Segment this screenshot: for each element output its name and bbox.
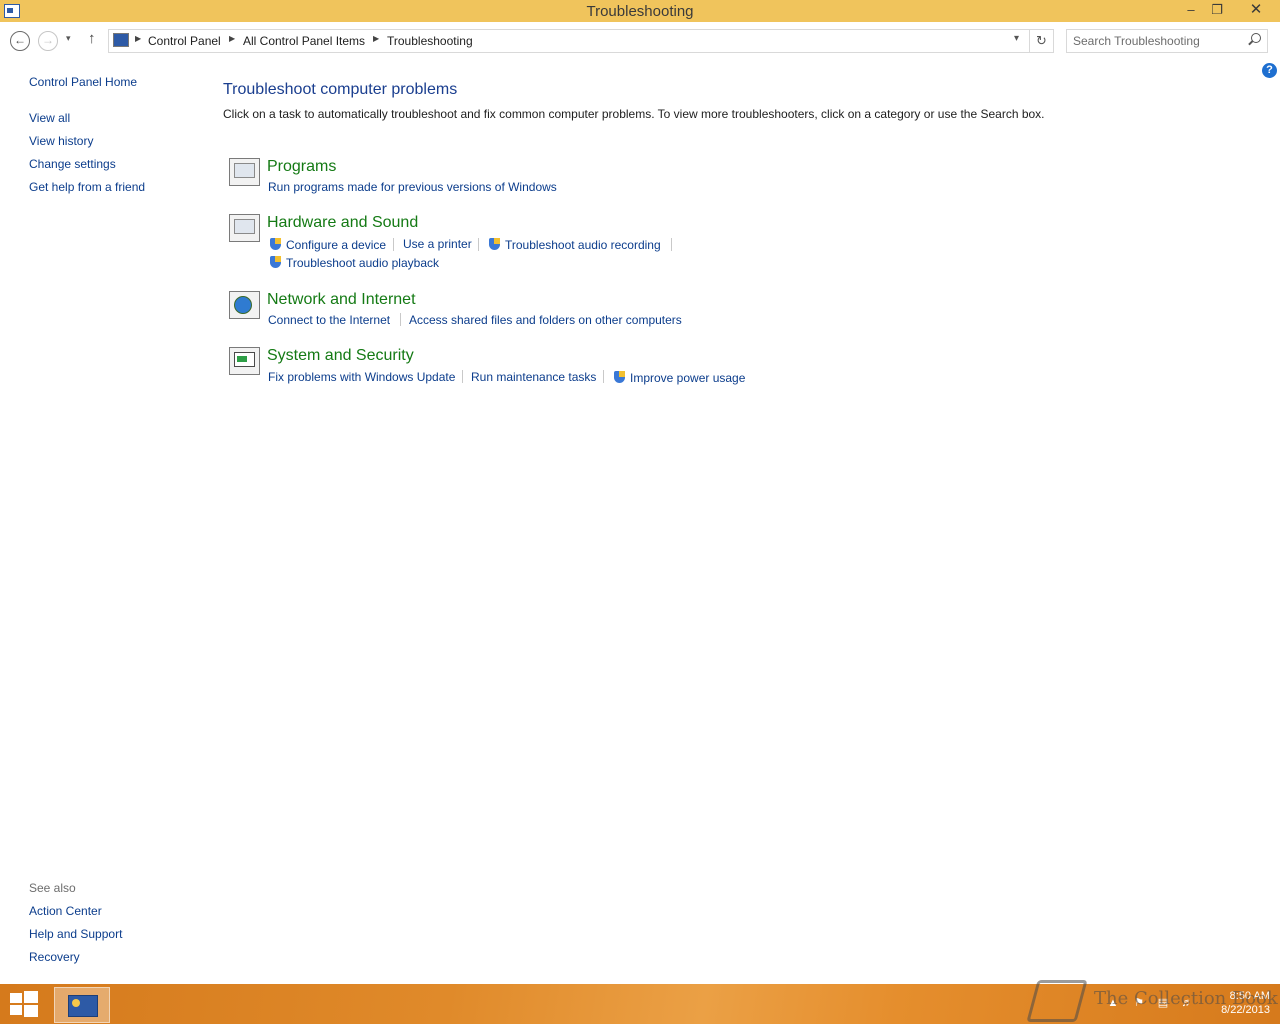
search-icon[interactable] (1251, 33, 1261, 43)
search-input[interactable] (1071, 32, 1245, 50)
book-icon (1026, 980, 1088, 1022)
control-panel-icon (113, 33, 129, 47)
programs-icon[interactable] (229, 158, 260, 186)
title-bar: Troubleshooting – ❐ ✕ (0, 0, 1280, 22)
task-run-previous-programs[interactable]: Run programs made for previous versions … (268, 180, 557, 194)
task-audio-recording[interactable]: Troubleshoot audio recording (505, 238, 661, 252)
control-panel-icon (68, 995, 98, 1017)
shield-icon (270, 238, 281, 250)
navigation-bar: ← → ▾ ↑ ▶ Control Panel ▶ All Control Pa… (0, 22, 1280, 60)
address-dropdown-icon[interactable]: ▾ (1014, 33, 1019, 44)
control-panel-home-link[interactable]: Control Panel Home (29, 75, 137, 89)
breadcrumb-troubleshooting[interactable]: Troubleshooting (387, 34, 473, 48)
hardware-sound-icon[interactable] (229, 214, 260, 242)
get-help-from-friend-link[interactable]: Get help from a friend (29, 180, 145, 194)
view-all-link[interactable]: View all (29, 111, 70, 125)
help-and-support-link[interactable]: Help and Support (29, 927, 122, 941)
watermark-text: The Collection Book (1094, 988, 1278, 1009)
action-center-link[interactable]: Action Center (29, 904, 102, 918)
windows-logo-icon (24, 991, 38, 1003)
up-button[interactable]: ↑ (88, 30, 96, 47)
task-configure-device[interactable]: Configure a device (286, 238, 386, 252)
back-button[interactable]: ← (10, 31, 30, 51)
breadcrumb-separator-icon[interactable]: ▶ (135, 34, 141, 43)
task-separator (462, 370, 463, 383)
refresh-button[interactable]: ↻ (1030, 29, 1054, 53)
page-description: Click on a task to automatically trouble… (223, 107, 1045, 121)
see-also-header: See also (29, 881, 76, 895)
change-settings-link[interactable]: Change settings (29, 157, 116, 171)
task-connect-internet[interactable]: Connect to the Internet (268, 313, 390, 327)
category-programs[interactable]: Programs (267, 158, 336, 176)
windows-logo-icon (10, 993, 22, 1003)
task-windows-update[interactable]: Fix problems with Windows Update (268, 370, 455, 384)
task-maintenance[interactable]: Run maintenance tasks (471, 370, 596, 384)
watermark: The Collection Book (1026, 976, 1278, 1022)
task-use-printer[interactable]: Use a printer (403, 237, 472, 251)
start-button[interactable] (10, 991, 38, 1017)
task-power-usage[interactable]: Improve power usage (630, 371, 745, 385)
close-button[interactable]: ✕ (1236, 0, 1276, 22)
breadcrumb-control-panel[interactable]: Control Panel (148, 34, 221, 48)
task-separator (478, 238, 479, 251)
system-security-icon[interactable] (229, 347, 260, 375)
task-shared-files[interactable]: Access shared files and folders on other… (409, 313, 682, 327)
page-title: Troubleshoot computer problems (223, 81, 458, 98)
forward-button[interactable]: → (38, 31, 58, 51)
minimize-button[interactable]: – (1178, 0, 1204, 22)
network-icon[interactable] (229, 291, 260, 319)
recovery-link[interactable]: Recovery (29, 950, 80, 964)
help-icon[interactable]: ? (1262, 63, 1277, 78)
breadcrumb-all-items[interactable]: All Control Panel Items (243, 34, 365, 48)
category-hardware-sound[interactable]: Hardware and Sound (267, 214, 418, 232)
shield-icon (489, 238, 500, 250)
task-separator (393, 238, 394, 251)
view-history-link[interactable]: View history (29, 134, 93, 148)
window-title: Troubleshooting (586, 3, 694, 20)
task-separator (603, 370, 604, 383)
address-bar[interactable]: ▶ Control Panel ▶ All Control Panel Item… (108, 29, 1030, 53)
shield-icon (270, 256, 281, 268)
shield-icon (614, 371, 625, 383)
search-box[interactable] (1066, 29, 1268, 53)
windows-logo-icon (10, 1005, 22, 1015)
windows-logo-icon (24, 1005, 38, 1017)
taskbar-control-panel-button[interactable] (54, 987, 110, 1023)
category-network-internet[interactable]: Network and Internet (267, 291, 416, 309)
recent-locations-dropdown[interactable]: ▾ (66, 33, 71, 44)
breadcrumb-separator-icon[interactable]: ▶ (373, 34, 379, 43)
breadcrumb-separator-icon[interactable]: ▶ (229, 34, 235, 43)
restore-button[interactable]: ❐ (1204, 0, 1230, 22)
category-system-security[interactable]: System and Security (267, 347, 414, 365)
task-separator (400, 313, 401, 326)
task-separator (671, 238, 672, 251)
task-audio-playback[interactable]: Troubleshoot audio playback (286, 256, 439, 270)
